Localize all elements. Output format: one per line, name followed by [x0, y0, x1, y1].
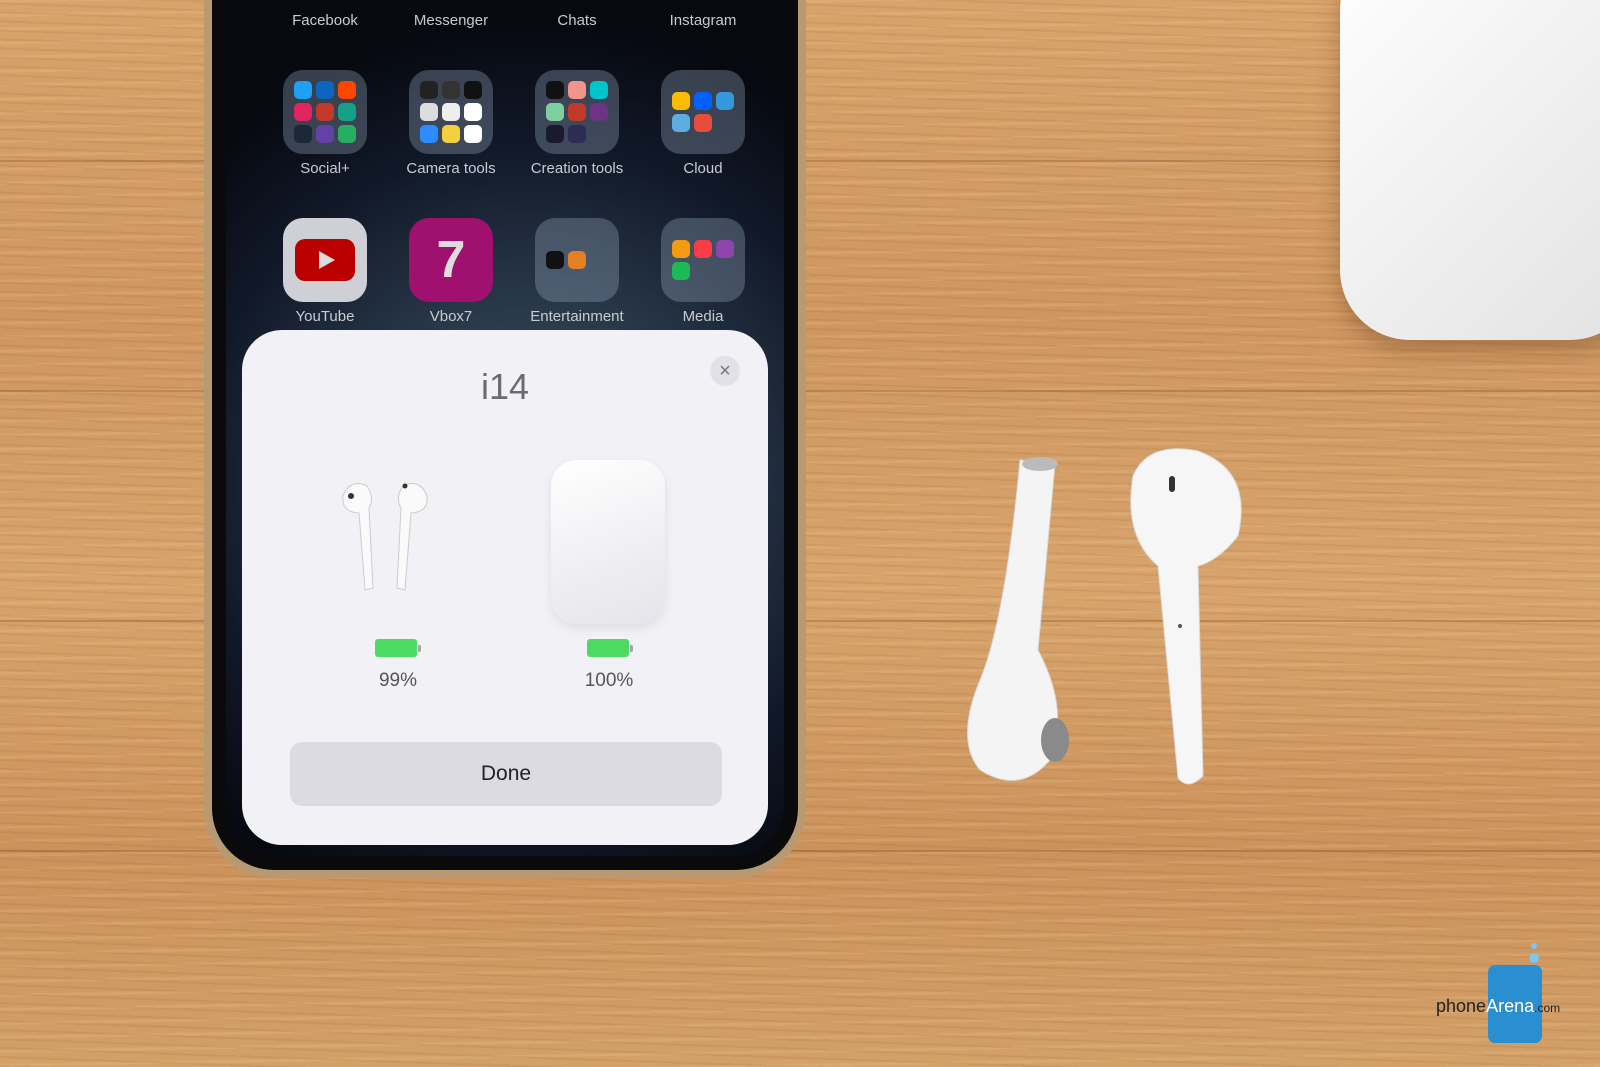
folder-label: Social+	[300, 160, 350, 177]
folder-label: Entertainment	[530, 308, 624, 325]
folder-icon	[283, 70, 367, 154]
folder-label: Cloud	[683, 160, 723, 177]
app-vbox7[interactable]: 7 Vbox7	[408, 218, 494, 325]
folder-label: Creation tools	[530, 160, 624, 177]
done-button[interactable]: Done	[290, 742, 722, 806]
app-youtube[interactable]: YouTube	[282, 218, 368, 325]
folder-icon	[535, 70, 619, 154]
folder-media[interactable]: Media	[660, 218, 746, 325]
watermark-text: phone	[1436, 996, 1487, 1016]
close-button[interactable]: ×	[710, 356, 740, 386]
earbuds-image	[342, 483, 428, 591]
app-label: YouTube	[295, 308, 355, 325]
app-label: Vbox7	[429, 308, 473, 325]
case-image	[551, 460, 665, 624]
youtube-icon	[283, 218, 367, 302]
left-earbud-photo	[967, 457, 1069, 781]
case-battery-percent: 100%	[584, 670, 634, 691]
folder-label: Camera tools	[406, 160, 496, 177]
airpods-case-photo	[1340, 0, 1600, 340]
airpods-popup: i14 × 99% 100% Done	[242, 330, 768, 845]
app-instagram[interactable]: Instagram	[660, 12, 746, 29]
app-label: Messenger	[413, 12, 489, 29]
watermark-text: Arena	[1486, 996, 1535, 1016]
phonearena-logo-icon	[1488, 943, 1542, 1043]
right-earbud-photo	[1130, 448, 1242, 785]
folder-social[interactable]: Social+	[282, 70, 368, 177]
folder-cloud[interactable]: Cloud	[660, 70, 746, 177]
folder-creation-tools[interactable]: Creation tools	[531, 70, 623, 177]
app-label: Chats	[557, 12, 597, 29]
folder-entertainment[interactable]: Entertainment	[530, 218, 624, 325]
popup-title: i14	[480, 366, 530, 407]
folder-icon	[409, 70, 493, 154]
app-facebook[interactable]: Facebook	[282, 12, 368, 29]
folder-icon	[535, 218, 619, 302]
folder-label: Media	[682, 308, 724, 325]
case-battery-icon	[587, 639, 633, 657]
folder-icon	[661, 218, 745, 302]
earbuds-battery-percent: 99%	[378, 670, 418, 691]
app-chats[interactable]: Chats	[534, 12, 620, 29]
earbuds-battery-icon	[375, 639, 421, 657]
watermark-text: .com	[1534, 1001, 1561, 1015]
folder-icon	[661, 70, 745, 154]
app-label: Instagram	[669, 12, 737, 29]
app-messenger[interactable]: Messenger	[408, 12, 494, 29]
vbox7-icon: 7	[409, 218, 493, 302]
folder-camera-tools[interactable]: Camera tools	[406, 70, 496, 177]
app-label: Facebook	[292, 12, 358, 29]
